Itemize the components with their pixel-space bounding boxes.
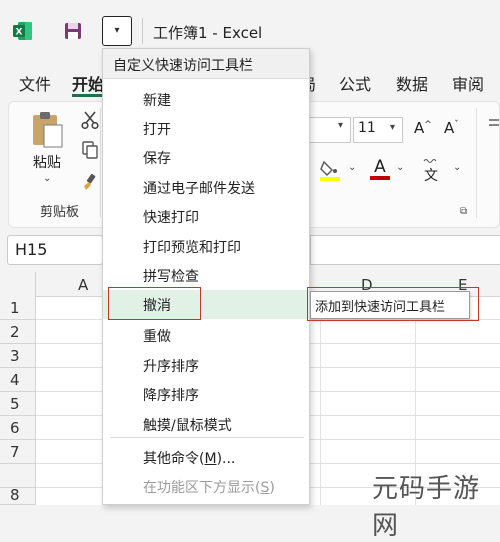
ribbon-divider	[476, 108, 477, 218]
window-title: 工作簿1 - Excel	[153, 24, 263, 42]
menu-item-print-preview[interactable]: 打印预览和打印	[143, 237, 241, 257]
row-header[interactable]	[0, 464, 36, 488]
chevron-down-icon[interactable]: ⌄	[453, 162, 461, 173]
more-commands-suffix: )...	[216, 451, 236, 467]
below-ribbon-suffix: )	[269, 480, 275, 496]
more-commands-prefix: 其他命令(	[143, 451, 205, 467]
menu-item-quick-print[interactable]: 快速打印	[143, 207, 199, 227]
annotation-box	[108, 287, 201, 320]
dialog-launcher-icon[interactable]: ⧉	[460, 206, 467, 217]
phonetic-glyph: 文	[424, 168, 438, 184]
ribbon-divider	[100, 108, 101, 218]
name-box-value: H15	[15, 240, 48, 259]
below-ribbon-prefix: 在功能区下方显示(	[143, 480, 261, 496]
shrink-font-icon[interactable]: Aˇ	[444, 119, 459, 137]
tab-home[interactable]: 开始	[72, 71, 104, 95]
menu-item-email[interactable]: 通过电子邮件发送	[143, 178, 255, 198]
row-number: 2	[10, 323, 20, 341]
shrink-font-letter: A	[444, 119, 455, 137]
chevron-down-icon[interactable]: ▾	[338, 120, 343, 131]
clipboard-group-label: 剪贴板	[40, 205, 80, 220]
select-all-button[interactable]	[0, 272, 36, 296]
menu-item-redo[interactable]: 重做	[143, 326, 171, 346]
more-commands-key: M	[204, 451, 217, 467]
menu-item-touch-mode[interactable]: 触摸/鼠标模式	[143, 415, 232, 435]
fill-color-icon[interactable]	[318, 158, 342, 182]
format-painter-icon[interactable]	[80, 172, 100, 192]
font-name-select[interactable]	[309, 117, 351, 143]
row-number: 6	[10, 419, 20, 437]
chevron-down-icon[interactable]: ⌄	[348, 162, 356, 173]
font-color-icon[interactable]: A	[368, 156, 392, 182]
menu-title: 自定义快速访问工具栏	[113, 58, 253, 74]
grid-line	[320, 296, 321, 505]
svg-text:A: A	[374, 157, 386, 177]
annotation-box	[307, 287, 479, 321]
row-number: 3	[10, 347, 20, 365]
menu-item-open[interactable]: 打开	[143, 119, 171, 139]
tab-formulas[interactable]: 公式	[339, 71, 371, 95]
save-icon[interactable]	[62, 20, 84, 42]
menu-item-save[interactable]: 保存	[143, 148, 171, 168]
align-icon[interactable]	[487, 117, 499, 135]
copy-icon[interactable]	[80, 140, 100, 160]
chevron-down-icon[interactable]: ⌄	[396, 162, 404, 173]
tab-data[interactable]: 数据	[396, 71, 428, 95]
menu-item-show-below-ribbon[interactable]: 在功能区下方显示(S)	[143, 477, 275, 497]
menu-item-sort-asc[interactable]: 升序排序	[143, 356, 199, 376]
chevron-down-icon[interactable]: ▾	[390, 122, 395, 133]
tab-home-underline	[72, 94, 104, 97]
title-divider	[142, 18, 143, 44]
menu-item-more-commands[interactable]: 其他命令(M)...	[143, 448, 235, 468]
paste-icon[interactable]	[30, 110, 64, 150]
tab-file[interactable]: 文件	[19, 71, 51, 95]
chevron-down-icon[interactable]: ⌄	[43, 173, 51, 184]
grow-font-letter: A	[414, 119, 425, 137]
font-size-value: 11	[358, 120, 376, 136]
menu-item-spelling[interactable]: 拼写检查	[143, 266, 199, 286]
excel-logo-icon: X	[12, 20, 34, 42]
row-number: 5	[10, 395, 20, 413]
svg-text:X: X	[16, 28, 23, 38]
paste-label[interactable]: 粘贴	[33, 152, 61, 172]
tab-review[interactable]: 审阅	[452, 71, 484, 95]
row-number: 4	[10, 371, 20, 389]
menu-item-sort-desc[interactable]: 降序排序	[143, 385, 199, 405]
grow-font-icon[interactable]: A^	[414, 119, 432, 137]
row-number: 7	[10, 443, 20, 461]
chevron-down-icon: ▾	[114, 25, 120, 36]
scissors-icon[interactable]	[80, 110, 100, 130]
customize-qat-button[interactable]: ▾	[102, 16, 132, 46]
menu-item-new[interactable]: 新建	[143, 90, 171, 110]
column-header-a[interactable]: A	[78, 276, 88, 294]
watermark-text: 元码手游网	[372, 474, 481, 541]
phonetic-guide-icon[interactable]: 文	[420, 156, 444, 184]
row-number: 8	[10, 486, 20, 504]
row-number: 1	[10, 299, 20, 317]
menu-separator	[110, 437, 304, 438]
formula-input[interactable]	[310, 235, 500, 265]
